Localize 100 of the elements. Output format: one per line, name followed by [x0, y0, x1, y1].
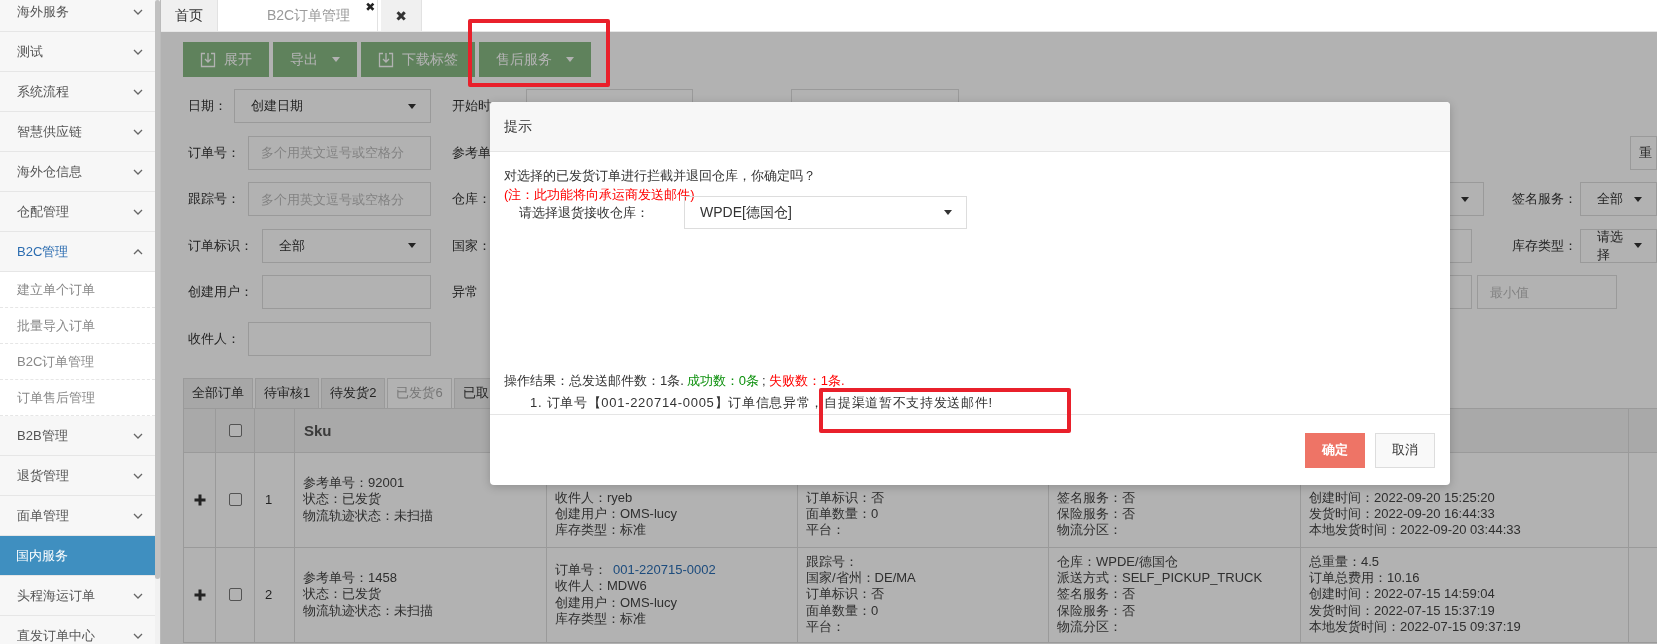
field-label: 请选择退货接收仓库： — [518, 203, 650, 222]
sidebar-subitem[interactable]: B2C订单管理 — [0, 344, 155, 380]
table-cell: 1 — [255, 452, 295, 548]
field-label: 开始时 — [452, 97, 490, 115]
result-text: ; — [762, 372, 766, 390]
cell-text: 签名服务：否 — [1057, 586, 1136, 603]
close-button[interactable]: ✖ — [365, 0, 376, 14]
caret-icon — [408, 103, 416, 109]
input-field[interactable] — [262, 275, 431, 309]
cancel-button[interactable]: 取消 — [1375, 432, 1435, 468]
checkbox[interactable] — [228, 493, 242, 506]
field-label: 订单号： — [187, 143, 241, 162]
cell-text: 跟踪号： — [806, 553, 859, 571]
cell-text: 面单数量：0 — [806, 505, 880, 523]
cell-text: 参考单号：1458 — [303, 570, 398, 587]
table-cell: 2 — [255, 547, 295, 643]
field-label: 仓库： — [452, 190, 490, 208]
cell-text: 派送方式：SELF_PICKUP_TRUCK — [1057, 570, 1264, 587]
download-icon — [200, 51, 216, 68]
cell-text: 本地发货时间：2022-07-15 09:37:19 — [1309, 618, 1522, 636]
cell-text: 创建时间：2022-07-15 14:59:04 — [1309, 586, 1496, 603]
reset-button[interactable]: 重 — [1630, 135, 1657, 170]
cell-text: 平台： — [806, 618, 846, 636]
caret-icon — [408, 243, 416, 248]
tab[interactable]: 首页 — [161, 0, 218, 31]
cell-text: 物流分区： — [1057, 618, 1123, 636]
select-field[interactable]: 全部 — [262, 228, 431, 263]
field-label: 异常 — [452, 283, 479, 301]
cell-text: 订单标识：否 — [806, 586, 885, 603]
caret-icon — [944, 210, 952, 215]
tab[interactable]: 待审核1 — [255, 377, 320, 408]
chevron-icon — [133, 8, 143, 15]
chevron-icon — [133, 48, 143, 55]
cell-text: 国家/省州：DE/MA — [806, 570, 917, 587]
tab[interactable]: 全部订单 — [183, 377, 253, 408]
chevron-icon — [133, 88, 143, 95]
field-label: 跟踪号： — [187, 190, 241, 208]
cell-text: 参考单号：92001 — [303, 475, 406, 492]
sidebar-subitem[interactable]: 批量导入订单 — [0, 308, 155, 344]
field-label: 国家： — [452, 236, 490, 255]
chevron-icon — [133, 168, 143, 175]
chevron-icon — [133, 592, 143, 599]
field-label: 签名服务： — [1511, 190, 1578, 208]
cell-text: 创建用户：OMS-lucy — [555, 594, 679, 611]
cell-text: 平台： — [806, 522, 846, 539]
result-text: 操作结果：总发送邮件数：1条. — [504, 372, 684, 390]
cell-text: 创建时间：2022-09-20 15:25:20 — [1309, 489, 1496, 506]
select-field[interactable]: 请选择 — [1580, 228, 1657, 263]
cell-text: 物流轨迹状态：未扫描 — [303, 507, 434, 524]
select-field[interactable]: 创建日期 — [234, 89, 431, 123]
result-text: 失败数：1条. — [768, 372, 845, 390]
result-text: 成功数：0条 — [686, 372, 760, 390]
field-label: 库存类型： — [1511, 236, 1578, 255]
cell-text: 总重量：4.5 — [1309, 553, 1381, 571]
caret-icon — [566, 57, 574, 62]
select-field[interactable]: 全部 — [1580, 182, 1657, 216]
sidebar-item[interactable]: 国内服务 — [0, 536, 155, 576]
input-field[interactable] — [248, 321, 431, 356]
chevron-icon — [133, 632, 143, 639]
cell-text: 库存类型：标准 — [555, 522, 647, 539]
cell-text: 本地发货时间：2022-09-20 03:44:33 — [1309, 522, 1522, 539]
checkbox[interactable] — [228, 423, 242, 437]
cell-text: 物流分区： — [1057, 522, 1123, 539]
field-label: 日期： — [187, 97, 228, 115]
plus-icon[interactable] — [193, 493, 206, 506]
caret-icon — [1634, 243, 1642, 248]
field-label: 订单标识： — [187, 236, 254, 255]
dialog-message: 对选择的已发货订单进行拦截并退回仓库，你确定吗？ — [504, 167, 817, 185]
field-label: 收件人： — [187, 329, 241, 348]
chevron-icon — [133, 512, 143, 519]
cell-text: 收件人：ryeb — [555, 489, 634, 506]
chevron-icon — [133, 248, 143, 255]
cell-text: 收件人：MDW6 — [555, 578, 648, 595]
plus-icon[interactable] — [193, 588, 206, 601]
cell-text: 库存类型：标准 — [555, 610, 647, 628]
cell-text: 订单总费用：10.16 — [1309, 570, 1421, 587]
cell-text: 状态：已发货 — [303, 491, 382, 508]
cell-text: 发货时间：2022-09-20 16:44:33 — [1309, 505, 1496, 523]
chevron-icon — [133, 432, 143, 439]
tab[interactable]: 待发货2 — [321, 377, 386, 408]
dialog-title: 提示 — [504, 117, 532, 136]
caret-icon — [332, 57, 340, 62]
field-label: 参考单 — [452, 143, 490, 162]
cell-text: 物流轨迹状态：未扫描 — [303, 602, 434, 619]
caret-icon — [1461, 196, 1469, 202]
cell-text: 保险服务：否 — [1057, 602, 1136, 619]
download-icon — [378, 51, 394, 68]
cell-text: 订单号： — [555, 561, 607, 577]
cell-text: 订单标识：否 — [806, 489, 885, 506]
caret-icon — [1634, 196, 1642, 202]
cell-text: 状态：已发货 — [303, 586, 382, 603]
field-label: 创建用户： — [187, 283, 254, 301]
sidebar-subitem[interactable]: 订单售后管理 — [0, 380, 155, 416]
cell-text: 保险服务：否 — [1057, 505, 1136, 523]
checkbox[interactable] — [228, 588, 242, 601]
tab[interactable]: ✖ — [381, 0, 422, 31]
chevron-icon — [133, 128, 143, 135]
sidebar-subitem[interactable]: 建立单个订单 — [0, 272, 155, 308]
order-link[interactable]: 001-220715-0002 — [613, 561, 716, 577]
chevron-icon — [133, 208, 143, 215]
